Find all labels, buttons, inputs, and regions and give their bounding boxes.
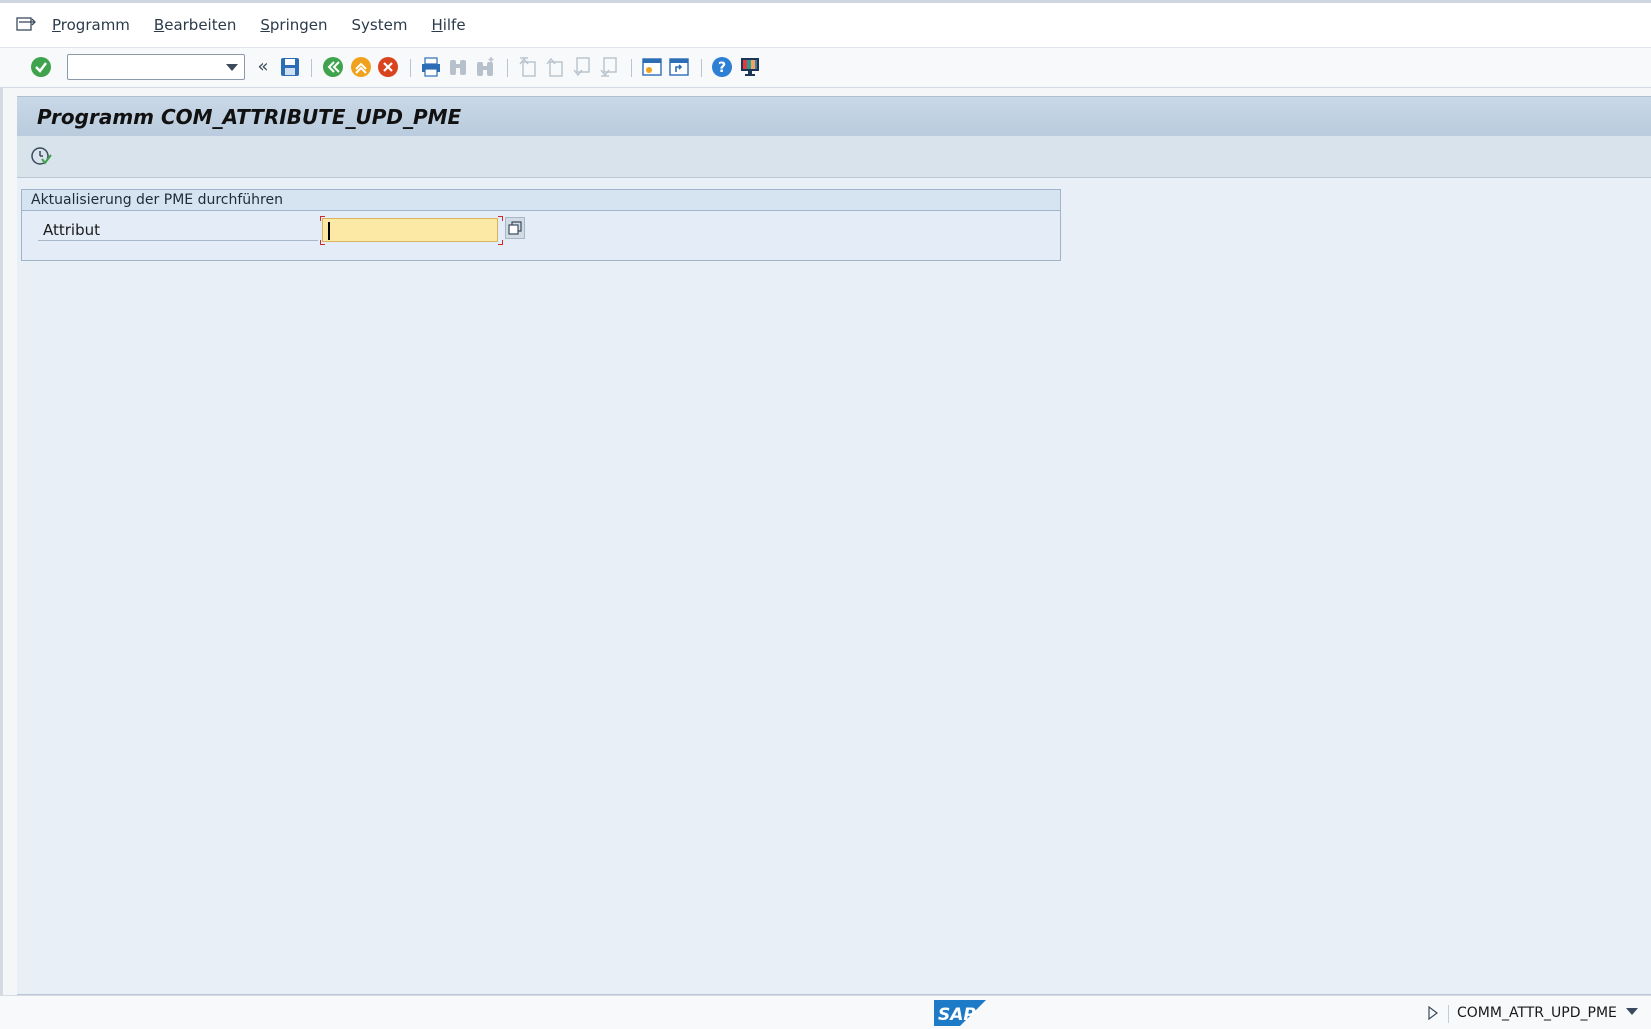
execute-button[interactable] (29, 144, 55, 170)
svg-text:?: ? (718, 60, 726, 76)
print-icon (422, 57, 440, 77)
last-page-icon (600, 57, 617, 77)
cancel-icon (378, 57, 398, 77)
toolbar-separator (410, 59, 411, 77)
toolbar-separator (311, 59, 312, 77)
attribut-field-wrapper (320, 216, 503, 245)
groupbox-update-pme: Aktualisierung der PME durchführen Attri… (21, 189, 1061, 261)
back-icon (323, 57, 343, 77)
status-bar: SAP COMM_ATTR_UPD_PME (0, 995, 1651, 1029)
shortcut-icon (669, 58, 689, 76)
command-input[interactable] (71, 56, 221, 78)
previous-page-button[interactable] (542, 54, 568, 80)
save-icon (281, 58, 299, 76)
last-page-button[interactable] (596, 54, 622, 80)
create-shortcut-button[interactable] (666, 54, 692, 80)
application-toolbar (17, 136, 1651, 178)
menu-springen[interactable]: Springen (260, 16, 327, 34)
system-toolbar: « ? (0, 48, 1651, 88)
menu-bearbeiten[interactable]: Bearbeiten (154, 16, 236, 34)
save-button[interactable] (277, 54, 303, 80)
find-button[interactable] (445, 54, 471, 80)
menu-programm[interactable]: Programm (52, 16, 130, 34)
triangle-right-icon[interactable] (1428, 1006, 1438, 1020)
previous-page-icon (546, 57, 563, 77)
required-marker (320, 216, 325, 221)
collapse-command-button[interactable]: « (250, 54, 276, 80)
required-marker (320, 240, 325, 245)
cancel-button[interactable] (375, 54, 401, 80)
print-button[interactable] (418, 54, 444, 80)
next-page-button[interactable] (569, 54, 595, 80)
page-title: Programm COM_ATTRIBUTE_UPD_PME (37, 105, 462, 129)
next-page-icon (573, 57, 590, 77)
menu-hilfe[interactable]: Hilfe (431, 16, 465, 34)
menu-system[interactable]: System (352, 16, 408, 34)
multiple-selection-icon (508, 221, 522, 235)
toolbar-separator (507, 59, 508, 77)
svg-text:SAP: SAP (938, 1005, 976, 1025)
chevron-down-icon[interactable] (226, 64, 238, 72)
binoculars-icon (450, 60, 466, 75)
binoculars-plus-icon (477, 57, 494, 76)
new-session-button[interactable] (639, 54, 665, 80)
required-marker (498, 240, 503, 245)
sap-logo: SAP (934, 1000, 986, 1026)
toolbar-separator (701, 59, 702, 77)
back-button[interactable] (320, 54, 346, 80)
transaction-code: COMM_ATTR_UPD_PME (1457, 1005, 1617, 1021)
status-separator (1448, 1005, 1449, 1023)
text-caret (328, 222, 330, 240)
chevron-down-icon[interactable] (1626, 1008, 1638, 1016)
title-bar: Programm COM_ATTRIBUTE_UPD_PME (17, 96, 1651, 136)
menu-toggle-icon[interactable] (16, 15, 38, 35)
help-icon: ? (712, 57, 732, 77)
attribut-label: Attribut (38, 221, 318, 241)
selection-screen: Aktualisierung der PME durchführen Attri… (17, 178, 1651, 995)
monitor-color-icon (741, 58, 759, 76)
window-frame-left (0, 88, 17, 995)
checkmark-icon (31, 57, 51, 77)
required-marker (498, 216, 503, 221)
find-next-button[interactable] (472, 54, 498, 80)
execute-clock-icon (31, 147, 52, 165)
customize-layout-button[interactable] (737, 54, 763, 80)
exit-button[interactable] (348, 54, 374, 80)
attribut-input[interactable] (322, 218, 498, 242)
groupbox-title: Aktualisierung der PME durchführen (22, 190, 1060, 211)
toolbar-separator (631, 59, 632, 77)
enter-button[interactable] (28, 54, 54, 80)
exit-icon (351, 57, 371, 77)
double-chevron-left-icon: « (257, 56, 269, 77)
value-help-button[interactable] (505, 217, 525, 239)
first-page-button[interactable] (515, 54, 541, 80)
command-field[interactable] (67, 54, 245, 80)
new-session-icon (642, 58, 662, 76)
first-page-icon (519, 57, 536, 77)
help-button[interactable]: ? (709, 54, 735, 80)
menu-bar: Programm Bearbeiten Springen System Hilf… (0, 0, 1651, 48)
